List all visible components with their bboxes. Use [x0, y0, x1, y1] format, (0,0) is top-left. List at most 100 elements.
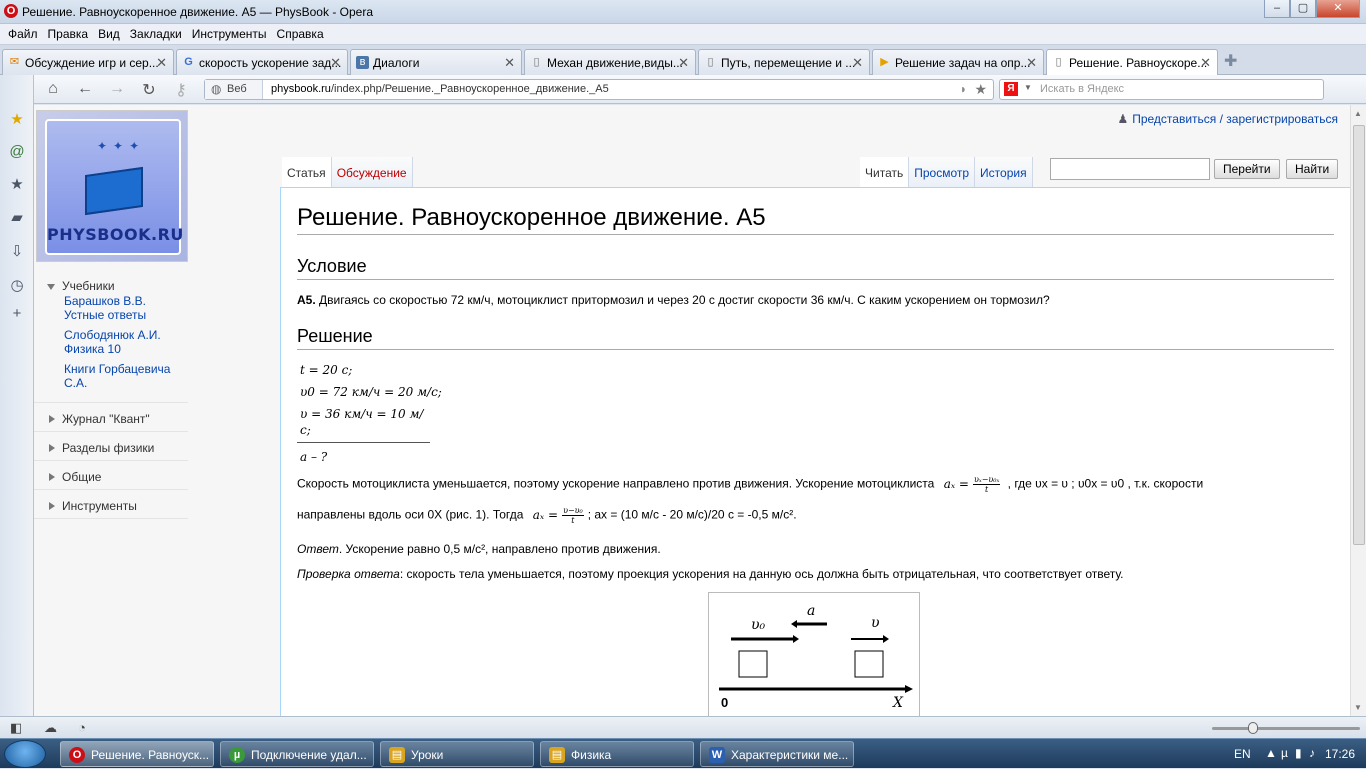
- close-tab-icon[interactable]: ✕: [156, 55, 167, 71]
- new-tab-icon[interactable]: ✚: [1224, 51, 1237, 71]
- login-link[interactable]: ♟ Представиться / зарегистрироваться: [1117, 112, 1338, 126]
- key-icon[interactable]: ⚷: [170, 80, 192, 100]
- close-tab-icon[interactable]: ✕: [1200, 55, 1211, 71]
- search-box[interactable]: Я ▼ Искать в Яндекс: [999, 79, 1324, 100]
- tab-view-source[interactable]: Просмотр: [909, 157, 976, 187]
- notes-icon[interactable]: ▰: [8, 209, 26, 227]
- page-icon: ▯: [533, 56, 540, 68]
- sidebar-link[interactable]: Книги Горбацевича С.А.: [64, 362, 188, 390]
- panel-toggle-icon[interactable]: ◧: [10, 720, 22, 736]
- turbo-icon[interactable]: ☁: [44, 720, 57, 736]
- close-button[interactable]: ✕: [1316, 0, 1360, 18]
- logo-text: PHYSBOOK.RU: [47, 225, 184, 244]
- tab-label: Решение задач на опр...: [895, 56, 1031, 70]
- back-icon[interactable]: ←: [74, 80, 96, 98]
- clock[interactable]: 17:26: [1325, 747, 1355, 761]
- scroll-down-icon[interactable]: ▼: [1354, 703, 1362, 712]
- answer-label: Ответ: [297, 542, 339, 556]
- scroll-up-icon[interactable]: ▲: [1354, 109, 1362, 118]
- browser-tab[interactable]: ▯ Путь, перемещение и ... ✕: [698, 49, 870, 75]
- sidebar-section-tools[interactable]: Инструменты: [34, 490, 188, 519]
- downloads-icon[interactable]: ⇩: [8, 243, 26, 261]
- menu-view[interactable]: Вид: [96, 24, 128, 44]
- task-label: А5.: [297, 293, 316, 307]
- home-icon[interactable]: ⌂: [42, 80, 64, 98]
- search-placeholder[interactable]: Искать в Яндекс: [1040, 83, 1124, 95]
- language-indicator[interactable]: EN: [1234, 747, 1251, 761]
- mail-icon[interactable]: @: [8, 143, 26, 161]
- start-button[interactable]: [4, 740, 46, 768]
- close-tab-icon[interactable]: ✕: [504, 55, 515, 71]
- sidebar-link[interactable]: Слободянюк А.И. Физика 10: [64, 328, 188, 356]
- taskbar-item[interactable]: W Характеристики ме...: [700, 741, 854, 767]
- browser-tab[interactable]: G скорость ускорение зад... ✕: [176, 49, 348, 75]
- tab-discussion[interactable]: Обсуждение: [331, 157, 413, 187]
- address-bar[interactable]: ◍ Веб physbook.ru/index.php/Решение._Рав…: [204, 79, 994, 100]
- menu-edit[interactable]: Правка: [46, 24, 97, 44]
- url-text[interactable]: physbook.ru/index.php/Решение._Равноуско…: [271, 83, 609, 95]
- scrollbar-thumb[interactable]: [1353, 125, 1365, 545]
- taskbar-item[interactable]: µ Подключение удал...: [220, 741, 374, 767]
- forward-icon[interactable]: →: [106, 80, 128, 98]
- history-icon[interactable]: ◷: [8, 277, 26, 295]
- close-tab-icon[interactable]: ✕: [678, 55, 689, 71]
- bookmarks-star-icon[interactable]: ★: [8, 111, 26, 129]
- menu-bookmarks[interactable]: Закладки: [128, 24, 190, 44]
- windows-taskbar: O Решение. Равноуск... µ Подключение удал.…: [0, 738, 1366, 768]
- sidebar-link[interactable]: Барашков В.В. Устные ответы: [64, 294, 188, 322]
- word-icon: W: [709, 747, 725, 763]
- sidebar-section-general[interactable]: Общие: [34, 461, 188, 490]
- minimize-button[interactable]: –: [1264, 0, 1290, 18]
- browser-tab[interactable]: ▯ Механ движение,виды... ✕: [524, 49, 696, 75]
- utorrent-tray-icon[interactable]: µ: [1281, 746, 1288, 760]
- volume-icon[interactable]: ♪: [1309, 746, 1315, 760]
- solution-text: направлены вдоль оси 0X (рис. 1). Тогда: [297, 507, 524, 522]
- utorrent-icon: µ: [229, 747, 245, 763]
- browser-tab[interactable]: ✉ Обсуждение игр и сер... ✕: [2, 49, 174, 75]
- taskbar-item[interactable]: ▤ Физика: [540, 741, 694, 767]
- browser-tab[interactable]: в Диалоги ✕: [350, 49, 522, 75]
- task-statement: А5. Двигаясь со скоростью 72 км/ч, мотоц…: [297, 292, 1334, 308]
- go-button[interactable]: Перейти: [1214, 159, 1280, 179]
- browser-tab[interactable]: ▶ Решение задач на опр... ✕: [872, 49, 1044, 75]
- tab-history[interactable]: История: [975, 157, 1033, 187]
- yandex-icon[interactable]: Я: [1004, 82, 1018, 96]
- sidebar-section-textbooks[interactable]: Учебники: [34, 270, 188, 294]
- page-icon: ▯: [707, 56, 714, 68]
- close-tab-icon[interactable]: ✕: [852, 55, 863, 71]
- favorites-icon[interactable]: ★: [8, 176, 26, 194]
- v-arrowhead: [883, 635, 889, 643]
- web-mode-badge[interactable]: ◍ Веб: [205, 80, 263, 99]
- taskbar-item[interactable]: ▤ Уроки: [380, 741, 534, 767]
- maximize-button[interactable]: ▢: [1290, 0, 1316, 18]
- zoom-slider[interactable]: [1212, 722, 1360, 734]
- show-hidden-icons-icon[interactable]: ▲: [1265, 746, 1277, 760]
- tab-article[interactable]: Статья: [282, 157, 332, 187]
- bookmark-star-icon[interactable]: ★: [974, 81, 987, 98]
- tab-read[interactable]: Читать: [860, 157, 910, 187]
- close-tab-icon[interactable]: ✕: [1026, 55, 1037, 71]
- given-data: t = 20 с; υ0 = 72 км/ч = 20 м/с; υ = 36 …: [297, 362, 1334, 465]
- chevron-down-icon[interactable]: ▼: [1024, 83, 1032, 92]
- menu-file[interactable]: Файл: [6, 24, 46, 44]
- speed-dial-icon[interactable]: ◔: [78, 720, 86, 735]
- google-icon: G: [184, 56, 193, 68]
- find-button[interactable]: Найти: [1286, 159, 1339, 179]
- sidebar-section-physics[interactable]: Разделы физики: [34, 432, 188, 461]
- rss-icon[interactable]: ◗: [960, 82, 967, 96]
- menu-tools[interactable]: Инструменты: [190, 24, 275, 44]
- wiki-search-input[interactable]: [1050, 158, 1210, 180]
- reload-icon[interactable]: ↻: [138, 80, 160, 100]
- browser-tab-active[interactable]: ▯ Решение. Равноускоре... ✕: [1046, 49, 1218, 76]
- section-heading: Решение: [297, 326, 1334, 350]
- close-tab-icon[interactable]: ✕: [330, 55, 341, 71]
- zoom-slider-knob[interactable]: [1248, 722, 1258, 734]
- page-scrollbar[interactable]: ▲ ▼: [1350, 105, 1366, 716]
- sidebar-section-kvant[interactable]: Журнал "Квант": [34, 403, 188, 432]
- a-label: a: [807, 603, 815, 619]
- add-panel-icon[interactable]: +: [8, 305, 26, 323]
- site-logo[interactable]: ✦✦✦ PHYSBOOK.RU: [36, 110, 188, 262]
- taskbar-item[interactable]: O Решение. Равноуск...: [60, 741, 214, 767]
- network-icon[interactable]: ▮: [1295, 746, 1302, 760]
- menu-help[interactable]: Справка: [275, 24, 332, 44]
